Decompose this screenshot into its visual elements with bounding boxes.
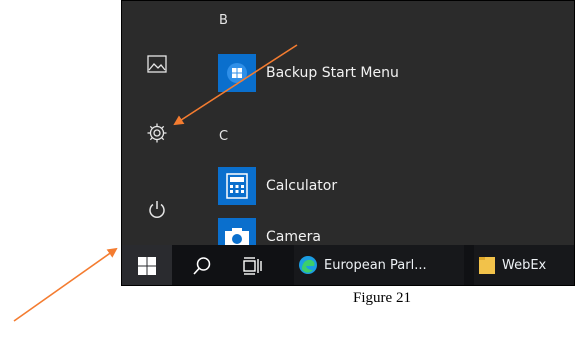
screenshot-frame: B Backup Start Menu C Calculator Camera … (121, 0, 575, 286)
app-label: Calculator (266, 178, 338, 194)
search-button[interactable] (180, 245, 224, 285)
task-view-button[interactable] (232, 245, 272, 285)
search-icon (193, 257, 211, 275)
group-letter-c[interactable]: C (219, 129, 228, 144)
pictures-rail-button[interactable] (142, 49, 172, 79)
app-calculator[interactable]: Calculator (218, 166, 337, 206)
app-label: Backup Start Menu (266, 65, 399, 81)
edge-icon (299, 256, 317, 274)
figure-caption: Figure 21 (353, 290, 411, 306)
group-letter-b[interactable]: B (219, 13, 228, 28)
app-label: Camera (266, 229, 321, 245)
taskbar: European Parl... WebEx (122, 245, 574, 285)
folder-icon (479, 257, 495, 274)
windows-logo-icon (227, 63, 247, 83)
settings-rail-button[interactable] (142, 118, 172, 148)
annotation-arrow (13, 247, 118, 322)
app-tile (218, 54, 256, 92)
power-icon (149, 201, 165, 218)
taskbar-app-edge[interactable]: European Parl... (294, 245, 464, 285)
taskbar-app-label: European Parl... (324, 257, 427, 273)
app-backup-start-menu[interactable]: Backup Start Menu (218, 53, 399, 93)
calculator-icon (226, 173, 248, 199)
image-icon (147, 55, 167, 73)
app-tile (218, 167, 256, 205)
taskbar-app-label: WebEx (502, 257, 547, 273)
start-menu-rail (122, 1, 194, 245)
taskbar-app-webex[interactable]: WebEx (474, 245, 574, 285)
power-rail-button[interactable] (142, 194, 172, 224)
gear-icon (147, 123, 167, 143)
task-view-icon (243, 257, 262, 275)
windows-logo-icon (138, 257, 156, 275)
start-button[interactable] (122, 245, 172, 285)
start-menu: B Backup Start Menu C Calculator Camera (122, 1, 574, 256)
